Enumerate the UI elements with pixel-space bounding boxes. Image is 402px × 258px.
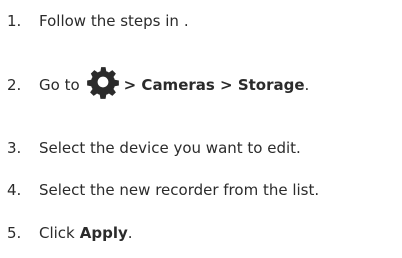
step-text-end: . bbox=[183, 12, 189, 30]
step-text: Select the new recorder from the list. bbox=[39, 181, 320, 199]
step-number: 3. bbox=[7, 139, 22, 157]
step-text: Go to bbox=[39, 76, 80, 94]
step-3: 3. Select the device you want to edit. bbox=[0, 136, 301, 160]
step-text: Select the device you want to edit. bbox=[39, 139, 301, 157]
step-5: 5. Click Apply . bbox=[0, 221, 133, 245]
gear-icon bbox=[86, 65, 120, 99]
step-text: Follow the steps in bbox=[39, 12, 179, 30]
step-2: 2. Go to > Cameras > Storage . bbox=[0, 67, 310, 99]
step-text: Click bbox=[39, 224, 75, 242]
step-number: 2. bbox=[7, 76, 22, 94]
step-text-end: . bbox=[304, 76, 310, 94]
step-number: 1. bbox=[7, 12, 22, 30]
apply-label: Apply bbox=[79, 224, 128, 242]
navigation-path: > Cameras > Storage bbox=[123, 76, 305, 94]
step-4: 4. Select the new recorder from the list… bbox=[0, 178, 319, 202]
step-1: 1. Follow the steps in . bbox=[0, 9, 189, 33]
step-number: 4. bbox=[7, 181, 22, 199]
step-text-end: . bbox=[127, 224, 133, 242]
step-number: 5. bbox=[7, 224, 22, 242]
